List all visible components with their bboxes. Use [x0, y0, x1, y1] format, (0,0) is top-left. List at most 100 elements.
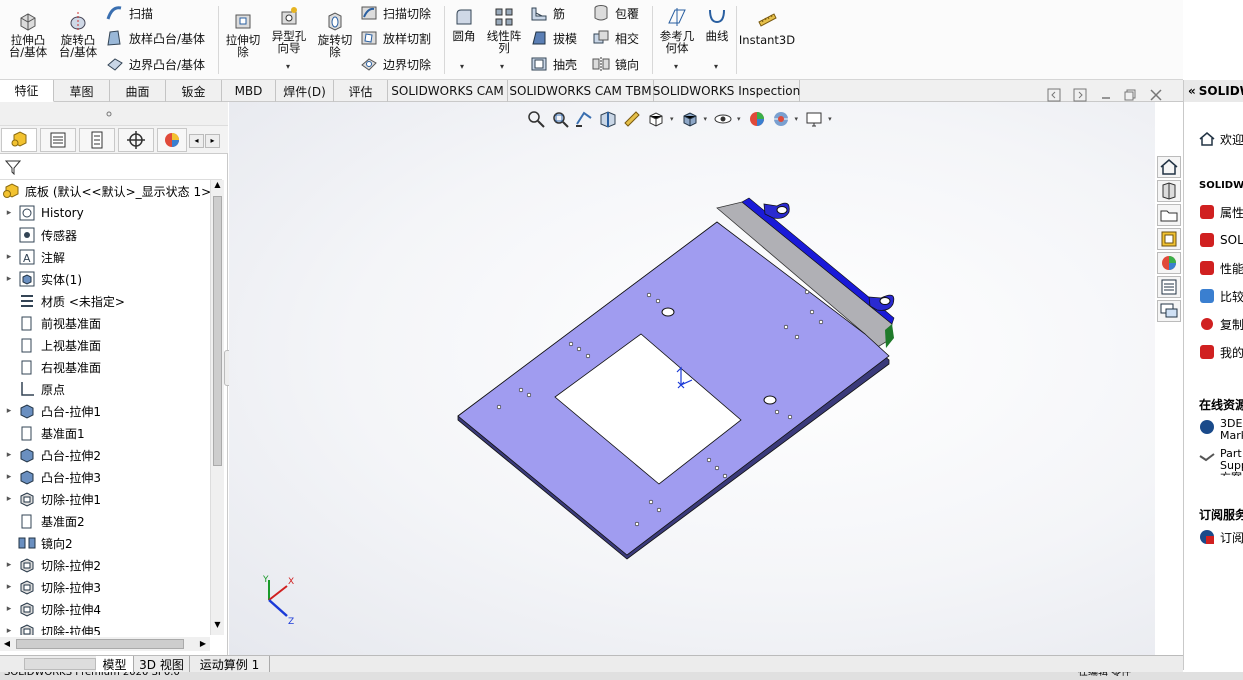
sweep-button[interactable]: 扫描	[106, 3, 153, 23]
tree-filter[interactable]	[0, 154, 222, 180]
revolve-boss-button[interactable]: 旋转凸 台/基体	[56, 10, 100, 58]
boundary-cut-button[interactable]: 边界切除	[360, 54, 431, 74]
wrap-button[interactable]: 包覆	[592, 3, 639, 23]
subscription-item[interactable]: 订阅	[1198, 528, 1243, 546]
loft-cut-button[interactable]: 放样切割	[360, 28, 431, 48]
tree-item-plane[interactable]: 前视基准面	[0, 312, 101, 334]
tab-sketch[interactable]: 草图	[54, 80, 110, 102]
minimize-icon[interactable]	[1099, 88, 1113, 102]
online-item-supplier[interactable]: Part Supplier 方案	[1198, 448, 1243, 476]
expand-arrow-icon[interactable]: ▸	[0, 472, 18, 482]
tab-property-manager[interactable]	[40, 128, 76, 152]
sweep-cut-button[interactable]: 扫描切除	[360, 3, 431, 23]
revolve-cut-button[interactable]: 旋转切 除	[314, 10, 356, 58]
tree-item-cut[interactable]: ▸ 切除-拉伸5	[0, 620, 101, 635]
expand-arrow-icon[interactable]: ▸	[0, 450, 18, 460]
hole-wizard-button[interactable]: 异型孔 向导	[268, 6, 310, 54]
tab-display-manager[interactable]	[157, 128, 187, 152]
tab-file-explorer[interactable]	[1157, 204, 1181, 226]
shell-button[interactable]: 抽壳	[530, 54, 577, 74]
expand-arrow-icon[interactable]: ▸	[0, 274, 18, 284]
tree-item-cut[interactable]: ▸ 切除-拉伸2	[0, 554, 101, 576]
expand-arrow-icon[interactable]: ▸	[0, 406, 18, 416]
tab-features[interactable]: 特征	[0, 80, 54, 102]
tree-item-origin[interactable]: 原点	[0, 378, 65, 400]
tree-item-boss[interactable]: ▸ 凸台-拉伸2	[0, 444, 101, 466]
tree-item-cut[interactable]: ▸ 切除-拉伸4	[0, 598, 101, 620]
tree-item-history[interactable]: ▸ History	[0, 202, 84, 224]
tab-dimxpert-manager[interactable]	[118, 128, 154, 152]
tools-item-5[interactable]: 复制	[1198, 315, 1243, 333]
tree-root-part[interactable]: 底板 (默认<<默认>_显示状态 1>	[0, 180, 210, 202]
reference-geometry-button[interactable]: 参考几 何体	[656, 6, 698, 54]
tree-item-cut[interactable]: ▸ 切除-拉伸3	[0, 576, 101, 598]
welcome-link[interactable]: 欢迎	[1198, 130, 1243, 148]
restore-icon[interactable]	[1123, 88, 1137, 102]
linear-pattern-button[interactable]: 线性阵 列	[484, 6, 524, 54]
expand-arrow-icon[interactable]: ▸	[0, 604, 18, 614]
tools-item-2[interactable]: SOLIDWORKS	[1198, 231, 1243, 249]
expand-arrow-icon[interactable]: ▸	[0, 494, 18, 504]
tree-item-boss[interactable]: ▸ 凸台-拉伸3	[0, 466, 101, 488]
extrude-cut-button[interactable]: 拉伸切 除	[222, 10, 264, 58]
tab-resources[interactable]	[1157, 156, 1181, 178]
expand-arrow-icon[interactable]: ▸	[0, 252, 18, 262]
scroll-up-arrow[interactable]: ▲	[211, 180, 224, 194]
tab-forum[interactable]	[1157, 300, 1181, 322]
tile-left-icon[interactable]	[1047, 88, 1061, 102]
rib-button[interactable]: 筋	[530, 3, 565, 23]
panel-grip[interactable]	[0, 102, 228, 126]
tree-item-sensor[interactable]: 传感器	[0, 224, 77, 246]
tools-item-4[interactable]: 比较	[1198, 287, 1243, 305]
online-item-marketplace[interactable]: 3DEXPERIENCE Marketplace	[1198, 418, 1243, 446]
reference-geometry-dropdown-arrow[interactable]: ▾	[674, 62, 678, 71]
tree-vertical-scrollbar[interactable]: ▲ ▼	[210, 180, 224, 635]
tab-evaluate[interactable]: 评估	[334, 80, 388, 102]
tab-weldments[interactable]: 焊件(D)	[276, 80, 334, 102]
scroll-tabs-right-button[interactable]: ▸	[205, 134, 220, 148]
tab-motion-study-1[interactable]: 运动算例 1	[190, 656, 270, 672]
tab-appearances[interactable]	[1157, 252, 1181, 274]
tab-navigation-arrows[interactable]	[24, 658, 96, 670]
part-model-baseplate[interactable]	[229, 102, 1155, 655]
tab-configuration-manager[interactable]	[79, 128, 115, 152]
tab-mbd[interactable]: MBD	[222, 80, 276, 102]
scroll-down-arrow[interactable]: ▼	[211, 620, 224, 634]
tab-design-library[interactable]	[1157, 180, 1181, 202]
hole-wizard-dropdown-arrow[interactable]: ▾	[286, 62, 290, 71]
expand-arrow-icon[interactable]: ▸	[0, 560, 18, 570]
scroll-left-arrow[interactable]: ◀	[0, 637, 14, 651]
tree-item-plane[interactable]: 右视基准面	[0, 356, 101, 378]
curves-dropdown-arrow[interactable]: ▾	[714, 62, 718, 71]
tab-surfaces[interactable]: 曲面	[110, 80, 166, 102]
tile-right-icon[interactable]	[1073, 88, 1087, 102]
intersect-button[interactable]: 相交	[592, 28, 639, 48]
scroll-thumb[interactable]	[213, 196, 222, 466]
instant3d-button[interactable]: Instant3D	[739, 10, 795, 46]
tree-item-plane[interactable]: 基准面2	[0, 510, 85, 532]
graphics-area[interactable]: ▾ ▾ ▾ ▾ ▾ Y X Z	[229, 88, 1162, 655]
tree-item-plane[interactable]: 上视基准面	[0, 334, 101, 356]
tab-3d-views[interactable]: 3D 视图	[134, 656, 190, 672]
tree-item-plane[interactable]: 基准面1	[0, 422, 85, 444]
boundary-boss-button[interactable]: 边界凸台/基体	[106, 54, 205, 74]
close-document-icon[interactable]	[1149, 88, 1163, 102]
tree-item-boss[interactable]: ▸ 凸台-拉伸1	[0, 400, 101, 422]
fillet-dropdown-arrow[interactable]: ▾	[460, 62, 464, 71]
expand-arrow-icon[interactable]: ▸	[0, 582, 18, 592]
collapse-task-pane-icon[interactable]: «	[1188, 84, 1196, 98]
h-scroll-thumb[interactable]	[16, 639, 184, 649]
scroll-right-arrow[interactable]: ▶	[196, 637, 210, 651]
tree-item-mirror[interactable]: 镜向2	[0, 532, 73, 554]
tab-model[interactable]: 模型	[96, 656, 134, 672]
scroll-tabs-left-button[interactable]: ◂	[189, 134, 204, 148]
tools-item-6[interactable]: 我的	[1198, 343, 1243, 361]
tab-solidworks-cam-tbm[interactable]: SOLIDWORKS CAM TBM	[508, 80, 654, 102]
tab-custom-properties[interactable]	[1157, 276, 1181, 298]
tree-item-annotation[interactable]: ▸ A 注解	[0, 246, 65, 268]
linear-pattern-dropdown-arrow[interactable]: ▾	[500, 62, 504, 71]
tools-item-1[interactable]: 属性	[1198, 203, 1243, 221]
tab-solidworks-inspection[interactable]: SOLIDWORKS Inspection	[653, 80, 800, 102]
tree-item-material[interactable]: 材质 <未指定>	[0, 290, 125, 312]
extrude-boss-button[interactable]: 拉伸凸 台/基体	[8, 10, 48, 58]
